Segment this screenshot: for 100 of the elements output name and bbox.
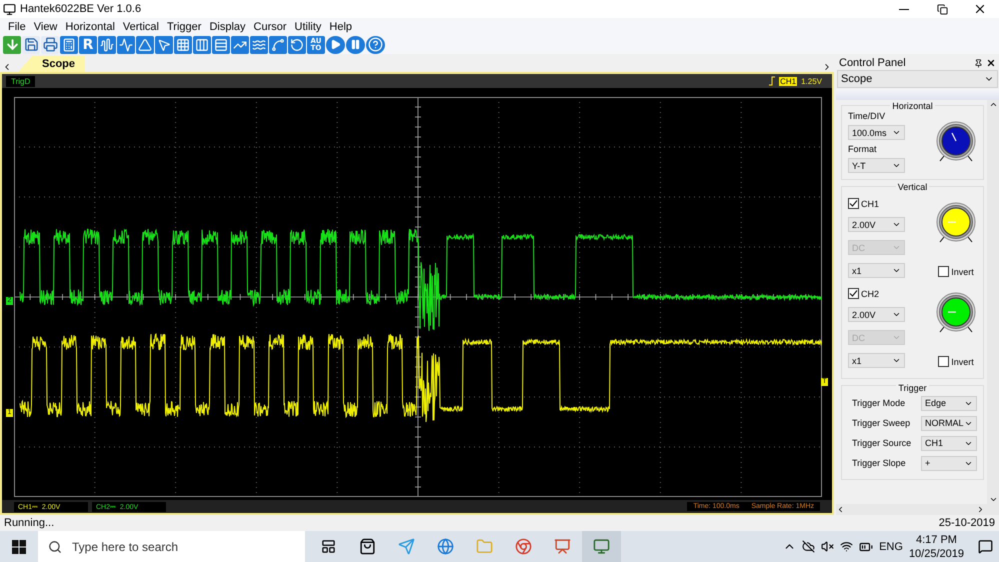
menu-item[interactable]: Display bbox=[205, 20, 250, 32]
invert-label: Invert bbox=[951, 266, 974, 276]
close-icon bbox=[973, 2, 987, 16]
horizontal-scrollbar[interactable] bbox=[836, 504, 999, 515]
knob[interactable] bbox=[935, 202, 977, 244]
chevron-down-icon bbox=[892, 266, 901, 275]
pause-icon bbox=[350, 39, 361, 50]
pulse-button[interactable] bbox=[117, 36, 135, 54]
channel-checkbox[interactable] bbox=[848, 288, 859, 299]
pointer-icon bbox=[157, 38, 171, 52]
waveform-icon bbox=[100, 38, 114, 52]
presentation-icon bbox=[554, 538, 571, 555]
chevron-left-icon bbox=[836, 505, 845, 514]
reference-button[interactable]: R bbox=[79, 36, 97, 54]
search-field[interactable]: Type here to search bbox=[38, 531, 305, 562]
vertical-lines-button[interactable] bbox=[193, 36, 211, 54]
pulse-icon bbox=[119, 38, 133, 52]
grid-button[interactable] bbox=[174, 36, 192, 54]
time-div-select[interactable]: 100.0ms bbox=[848, 125, 905, 140]
app-icon bbox=[3, 2, 16, 16]
pause-button[interactable] bbox=[346, 36, 365, 54]
monitor-icon bbox=[593, 538, 610, 555]
chevron-down-icon bbox=[892, 161, 901, 170]
volume-muted-icon bbox=[821, 540, 834, 553]
minimize-icon bbox=[899, 8, 909, 10]
waves-icon bbox=[252, 38, 266, 52]
print-button[interactable] bbox=[41, 36, 59, 54]
trigger-select[interactable]: CH1 bbox=[921, 436, 977, 450]
field-label: Time/DIV bbox=[848, 111, 886, 121]
probe-select[interactable]: x1 bbox=[848, 353, 905, 368]
step-button[interactable] bbox=[231, 36, 249, 54]
help-button[interactable] bbox=[366, 36, 385, 54]
channel-checkbox[interactable] bbox=[848, 198, 859, 209]
menu-item[interactable]: Horizontal bbox=[61, 20, 119, 32]
menu-item[interactable]: Vertical bbox=[118, 20, 163, 32]
chevron-down-icon bbox=[892, 356, 901, 365]
notification-icon bbox=[978, 539, 993, 554]
rows-icon bbox=[214, 38, 228, 52]
menu-item[interactable]: Cursor bbox=[250, 20, 291, 32]
rotate-button[interactable] bbox=[288, 36, 306, 54]
mode-select[interactable]: Scope bbox=[837, 70, 998, 88]
shopping-bag-icon bbox=[359, 538, 376, 555]
save-icon bbox=[24, 37, 38, 52]
check-icon bbox=[849, 289, 858, 298]
curve-icon bbox=[271, 38, 285, 52]
scope-tab[interactable]: Scope bbox=[18, 56, 86, 72]
group-title: Horizontal bbox=[890, 101, 935, 111]
menu-item[interactable]: File bbox=[4, 20, 30, 32]
channel-label: CH2 bbox=[861, 288, 880, 298]
field-label: Trigger Sweep bbox=[852, 418, 910, 428]
pointer-button[interactable] bbox=[155, 36, 173, 54]
knob[interactable] bbox=[935, 292, 977, 334]
chevron-down-icon bbox=[988, 495, 998, 504]
window-title: Hantek6022BE Ver 1.0.6 bbox=[20, 3, 142, 15]
field-label: Trigger Source bbox=[852, 438, 912, 448]
arrow-down-icon bbox=[4, 37, 20, 52]
invert-checkbox[interactable] bbox=[938, 266, 950, 277]
download-button[interactable] bbox=[3, 36, 21, 54]
math-button[interactable] bbox=[60, 36, 78, 54]
triangle-icon bbox=[138, 38, 152, 52]
vertical-scrollbar[interactable] bbox=[987, 100, 999, 504]
language-indicator[interactable]: ENG bbox=[879, 540, 903, 552]
restore-icon bbox=[936, 4, 948, 14]
format-select[interactable]: Y-T bbox=[848, 158, 905, 173]
trigger-select[interactable]: Edge bbox=[921, 396, 977, 410]
menu-item[interactable]: Trigger bbox=[163, 20, 206, 32]
probe-select[interactable]: x1 bbox=[848, 263, 905, 278]
menu-item[interactable]: Help bbox=[325, 20, 356, 32]
pin-icon bbox=[974, 58, 983, 68]
field-label: Format bbox=[848, 144, 878, 154]
menu-item[interactable]: View bbox=[30, 20, 62, 32]
ramp-button[interactable] bbox=[136, 36, 154, 54]
waveform-button[interactable] bbox=[98, 36, 116, 54]
invert-label: Invert bbox=[951, 356, 974, 366]
curve-button[interactable] bbox=[269, 36, 287, 54]
field-label: Trigger Mode bbox=[852, 398, 906, 408]
status-date: 25-10-2019 bbox=[938, 517, 995, 529]
volts-select[interactable]: 2.00V bbox=[848, 307, 905, 322]
horizontal-lines-button[interactable] bbox=[212, 36, 230, 54]
search-icon bbox=[48, 540, 62, 554]
waves-button[interactable] bbox=[250, 36, 268, 54]
windows-logo-icon bbox=[12, 540, 26, 554]
invert-checkbox[interactable] bbox=[938, 356, 950, 367]
play-button[interactable] bbox=[326, 36, 345, 54]
channel-label: CH1 bbox=[861, 198, 880, 208]
menu-item[interactable]: Utility bbox=[290, 20, 326, 32]
grid-icon bbox=[176, 38, 190, 52]
clock[interactable]: 4:17 PM 10/25/2019 bbox=[908, 532, 964, 560]
knob[interactable] bbox=[935, 121, 977, 163]
trigger-select[interactable]: + bbox=[921, 456, 977, 470]
volts-select[interactable]: 2.00V bbox=[848, 217, 905, 232]
trigger-select[interactable]: NORMAL bbox=[921, 416, 977, 430]
rising-edge-icon bbox=[769, 76, 776, 86]
calculator-icon bbox=[62, 38, 76, 52]
folder-icon bbox=[476, 538, 493, 555]
send-icon bbox=[398, 538, 415, 555]
trigger-level: 1.25V bbox=[801, 76, 822, 86]
chevron-down-icon bbox=[892, 333, 901, 342]
save-button[interactable] bbox=[22, 36, 40, 54]
status-text: Running... bbox=[4, 517, 54, 529]
